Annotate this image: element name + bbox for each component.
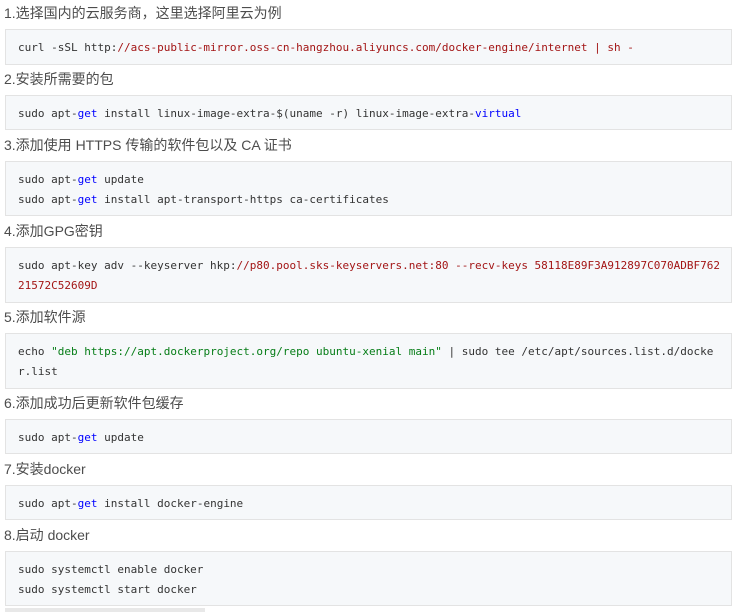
step-3-title: 3.添加使用 HTTPS 传输的软件包以及 CA 证书 [4, 137, 292, 153]
code-line: sudo systemctl start docker [18, 583, 197, 596]
step-6-title: 6.添加成功后更新软件包缓存 [4, 395, 184, 411]
step-8-title: 8.启动 docker [4, 527, 90, 543]
code-text: | sudo tee /etc/apt/sources.list.d/docke [441, 345, 714, 358]
code-keyword: get [77, 173, 98, 186]
code-block-3[interactable]: sudo apt-get update sudo apt-get install… [5, 161, 732, 216]
code-line: sudo systemctl enable docker [18, 563, 204, 576]
code-line: r.list [18, 365, 58, 378]
code-text: curl -sSL http: [18, 41, 118, 54]
code-text: sudo apt- [18, 193, 78, 206]
code-keyword: get [77, 431, 98, 444]
code-text: echo [18, 345, 52, 358]
step-7-title: 7.安装docker [4, 461, 86, 477]
code-line: sudo apt-get update [18, 428, 731, 448]
code-text: sudo apt- [18, 497, 78, 510]
code-keyword: get [77, 497, 98, 510]
step-4-title: 4.添加GPG密钥 [4, 223, 103, 239]
code-block-6[interactable]: sudo apt-get update [5, 419, 732, 454]
code-url: //p80.pool.sks-keyservers.net:80 --recv-… [236, 259, 720, 272]
code-keyword: get [77, 193, 98, 206]
code-text: install linux-image-extra-$(uname -r) li… [97, 107, 475, 120]
code-line: 21572C52609D [18, 279, 98, 292]
code-line: sudo apt-get install linux-image-extra-$… [18, 104, 731, 124]
code-line: sudo apt-get install apt-transport-https… [18, 190, 731, 210]
code-url: //acs-public-mirror.oss-cn-hangzhou.aliy… [117, 41, 634, 54]
step-2-title: 2.安装所需要的包 [4, 71, 114, 87]
code-line: sudo apt-get update [18, 170, 731, 190]
code-block-4[interactable]: sudo apt-key adv --keyserver hkp://p80.p… [5, 247, 732, 303]
code-text: sudo apt- [18, 107, 78, 120]
code-keyword: virtual [474, 107, 522, 120]
step-1-title: 1.选择国内的云服务商，这里选择阿里云为例 [4, 5, 282, 21]
code-line: echo "deb https://apt.dockerproject.org/… [18, 342, 731, 362]
code-block-5[interactable]: echo "deb https://apt.dockerproject.org/… [5, 333, 732, 389]
code-keyword: get [77, 107, 98, 120]
code-text: sudo apt- [18, 431, 78, 444]
code-text: sudo apt-key adv --keyserver hkp: [18, 259, 237, 272]
code-block-7[interactable]: sudo apt-get install docker-engine [5, 485, 732, 520]
code-text: install docker-engine [97, 497, 244, 510]
code-line: curl -sSL http://acs-public-mirror.oss-c… [18, 38, 731, 58]
code-line: sudo apt-get install docker-engine [18, 494, 731, 514]
code-line: sudo apt-key adv --keyserver hkp://p80.p… [18, 256, 731, 276]
install-guide: 1.选择国内的云服务商，这里选择阿里云为例 curl -sSL http://a… [0, 0, 750, 612]
code-text: install apt-transport-https ca-certifica… [97, 193, 389, 206]
code-text: update [97, 431, 144, 444]
code-block-1[interactable]: curl -sSL http://acs-public-mirror.oss-c… [5, 29, 732, 65]
step-5-title: 5.添加软件源 [4, 309, 86, 325]
code-text: sudo apt- [18, 173, 78, 186]
code-string: "deb https://apt.dockerproject.org/repo … [51, 345, 442, 358]
code-block-2[interactable]: sudo apt-get install linux-image-extra-$… [5, 95, 732, 130]
code-text: update [97, 173, 144, 186]
code-block-8[interactable]: sudo systemctl enable docker sudo system… [5, 551, 732, 606]
next-block-edge [5, 608, 205, 612]
